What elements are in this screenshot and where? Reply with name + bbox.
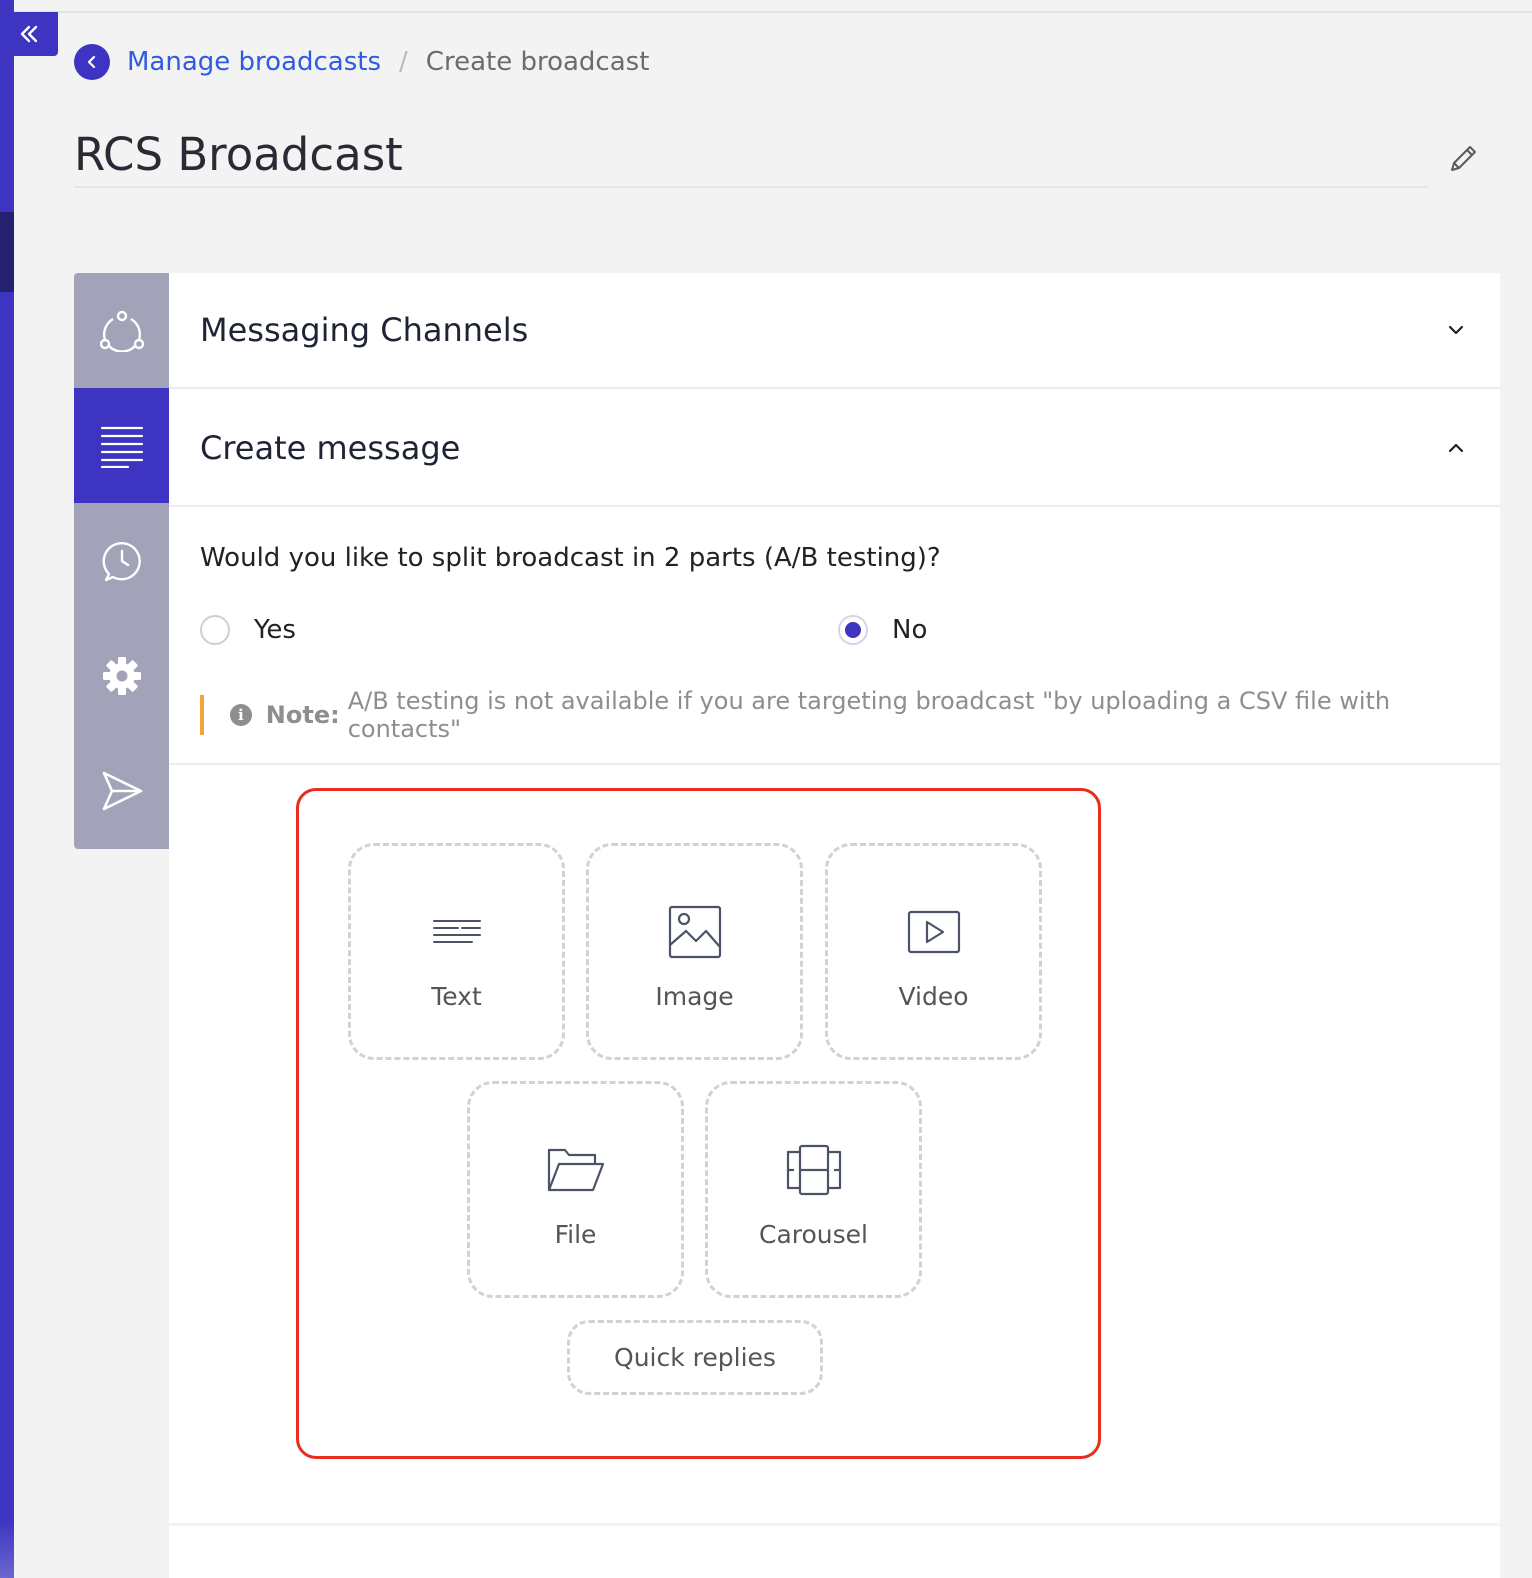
double-chevron-left-icon bbox=[20, 25, 38, 43]
section-messaging-channels-header[interactable]: Messaging Channels bbox=[169, 273, 1500, 389]
ab-test-note: i Note: A/B testing is not available if … bbox=[200, 687, 1500, 743]
breadcrumb-current: Create broadcast bbox=[425, 47, 650, 77]
ab-test-option-no[interactable]: No bbox=[838, 615, 927, 645]
clock-chat-icon bbox=[102, 541, 141, 581]
chevron-down-icon bbox=[1448, 325, 1464, 335]
radio-no[interactable] bbox=[838, 615, 868, 645]
next-panel bbox=[169, 1526, 1500, 1578]
tile-label: File bbox=[554, 1220, 597, 1249]
step-settings[interactable] bbox=[74, 618, 169, 733]
step-send[interactable] bbox=[74, 733, 169, 848]
section-create-message-header[interactable]: Create message bbox=[169, 391, 1500, 507]
chevron-up-icon bbox=[1448, 443, 1464, 453]
tile-label: Image bbox=[655, 982, 734, 1011]
ab-test-option-yes[interactable]: Yes bbox=[200, 615, 296, 645]
note-accent-bar bbox=[200, 695, 204, 735]
info-icon: i bbox=[229, 704, 252, 726]
ab-test-question: Would you like to split broadcast in 2 p… bbox=[200, 543, 941, 573]
step-messaging-channels[interactable] bbox=[74, 273, 169, 388]
tile-label: Carousel bbox=[759, 1220, 868, 1249]
tile-label: Text bbox=[431, 982, 482, 1011]
note-text: A/B testing is not available if you are … bbox=[347, 687, 1391, 743]
message-lines-icon bbox=[100, 426, 143, 468]
edit-title-button[interactable] bbox=[1446, 142, 1480, 176]
quick-replies-button[interactable]: Quick replies bbox=[567, 1320, 823, 1395]
radio-yes[interactable] bbox=[200, 615, 230, 645]
page-title[interactable]: RCS Broadcast bbox=[74, 128, 403, 181]
tile-label: Video bbox=[898, 982, 969, 1011]
chevron-left-icon bbox=[87, 55, 96, 69]
folder-icon bbox=[547, 1148, 604, 1192]
step-create-message[interactable] bbox=[74, 388, 169, 503]
step-schedule[interactable] bbox=[74, 503, 169, 618]
section-divider bbox=[169, 763, 1500, 765]
video-play-icon bbox=[907, 910, 960, 954]
note-label: Note: bbox=[265, 701, 340, 729]
section-title: Messaging Channels bbox=[200, 311, 529, 349]
section-title: Create message bbox=[200, 429, 461, 467]
carousel-icon bbox=[786, 1144, 841, 1196]
message-type-image-button[interactable]: Image bbox=[586, 843, 803, 1060]
radio-label-yes: Yes bbox=[254, 615, 296, 645]
sidebar-bottom-fade bbox=[0, 1520, 14, 1578]
message-type-text-button[interactable]: Text bbox=[348, 843, 565, 1060]
breadcrumb-manage-broadcasts-link[interactable]: Manage broadcasts bbox=[127, 47, 381, 77]
radio-label-no: No bbox=[892, 615, 928, 645]
radio-dot bbox=[845, 622, 861, 638]
message-type-file-button[interactable]: File bbox=[467, 1081, 684, 1298]
breadcrumb-separator: / bbox=[399, 47, 408, 77]
sidebar-active-marker bbox=[0, 212, 14, 292]
title-underline bbox=[74, 186, 1428, 188]
image-icon bbox=[668, 905, 721, 959]
send-icon bbox=[102, 771, 142, 810]
breadcrumb: Manage broadcasts / Create broadcast bbox=[74, 44, 649, 80]
message-type-carousel-button[interactable]: Carousel bbox=[705, 1081, 922, 1298]
back-button[interactable] bbox=[74, 44, 110, 80]
top-divider bbox=[0, 11, 1532, 13]
sidebar-collapse-button[interactable] bbox=[0, 12, 58, 56]
text-lines-icon bbox=[432, 920, 481, 943]
gear-icon bbox=[102, 656, 141, 695]
app-sidebar-rail bbox=[0, 0, 14, 1578]
wizard-steps-rail bbox=[74, 273, 169, 849]
channels-icon bbox=[99, 310, 144, 352]
message-type-video-button[interactable]: Video bbox=[825, 843, 1042, 1060]
pencil-icon bbox=[1451, 146, 1476, 171]
